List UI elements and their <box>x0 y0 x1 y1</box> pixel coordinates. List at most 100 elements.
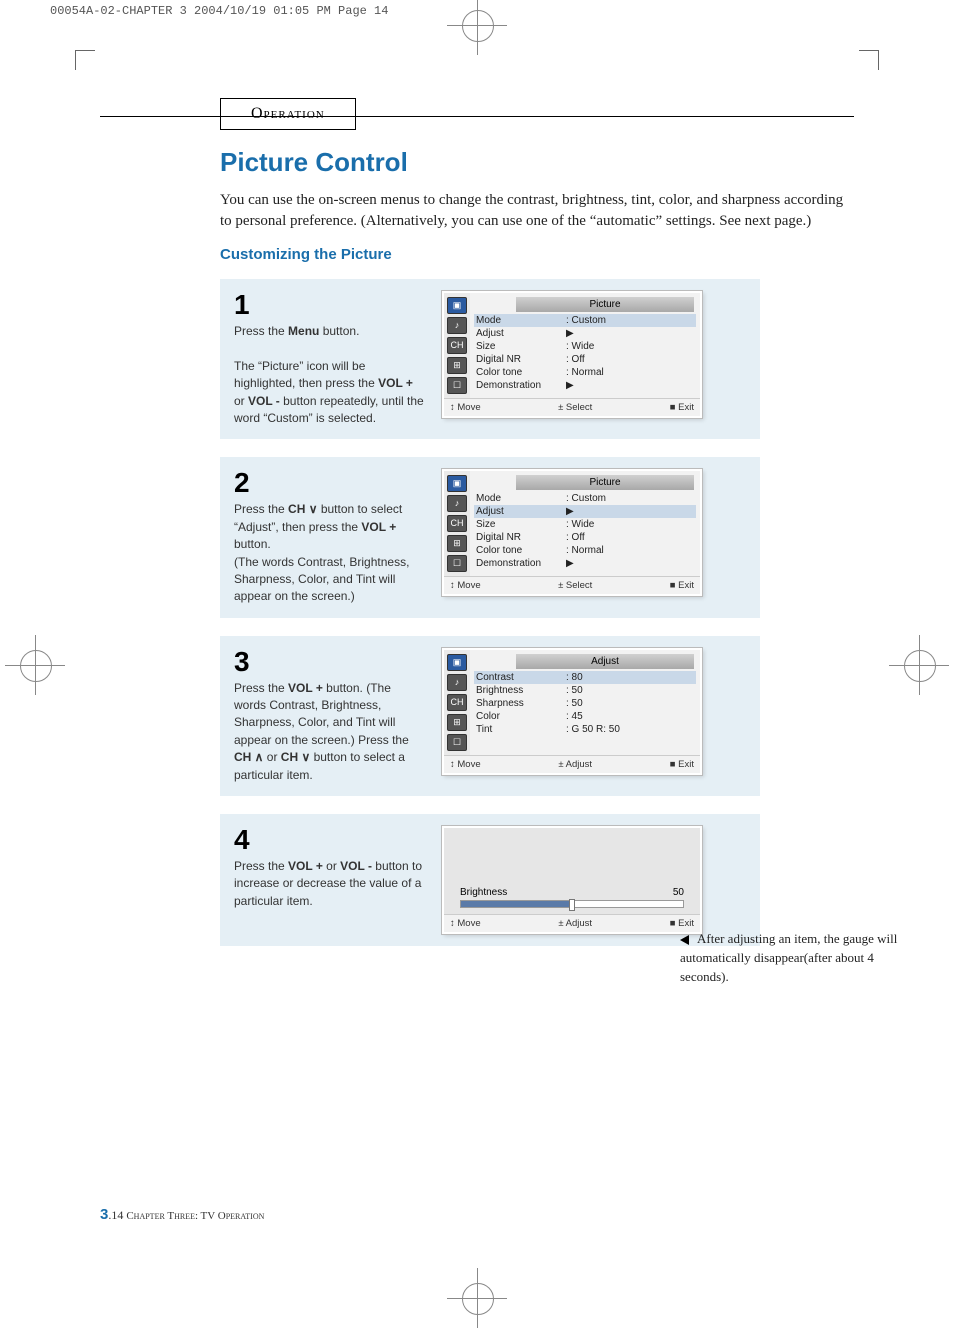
osd-row: Sharpness : 50 <box>476 697 694 710</box>
section-box: Operation <box>220 98 356 130</box>
osd-hint-exit: ■ Exit <box>670 580 694 591</box>
osd-row: Demonstration ▶ <box>476 379 694 392</box>
osd-value: : G 50 R: 50 <box>566 724 620 735</box>
step-instructions: 1 Press the Menu button. The “Picture” i… <box>234 291 424 427</box>
osd-row: Contrast : 80 <box>474 671 696 684</box>
osd-label: Digital NR <box>476 532 566 543</box>
osd-row: Size : Wide <box>476 340 694 353</box>
osd-tab-icon: ♪ <box>447 317 467 334</box>
osd-row: Adjust ▶ <box>474 505 696 518</box>
osd-label: Demonstration <box>476 380 566 391</box>
step-number: 3 <box>234 648 424 676</box>
osd-tab-icon: ⊞ <box>447 714 467 731</box>
osd-row: Color tone : Normal <box>476 366 694 379</box>
osd-tab-icon: ▣ <box>447 297 467 314</box>
step-number: 2 <box>234 469 424 497</box>
osd-label: Sharpness <box>476 698 566 709</box>
osd-label: Adjust <box>476 328 566 339</box>
osd-label: Color tone <box>476 367 566 378</box>
content: Operation Picture Control You can use th… <box>0 18 954 946</box>
osd-tab-strip: ▣♪CH⊞☐ <box>444 650 470 755</box>
step-block: 4 Press the VOL + or VOL - button to inc… <box>220 814 760 946</box>
osd-value: : Off <box>566 532 585 543</box>
step-text: Press the CH ∨ button to select “Adjust”… <box>234 501 424 605</box>
osd-hint-move: ↕ Move <box>450 402 481 413</box>
osd-value: ▶ <box>566 328 574 339</box>
step-number: 4 <box>234 826 424 854</box>
osd-row: Digital NR : Off <box>476 531 694 544</box>
left-arrow-icon <box>680 935 689 945</box>
step-text: Press the Menu button. <box>234 323 424 340</box>
osd-panel: ▣♪CH⊞☐ Picture Mode : Custom Adjust ▶ Si… <box>442 291 702 418</box>
osd-value: : 50 <box>566 685 583 696</box>
osd-label: Color tone <box>476 545 566 556</box>
step-block: 3 Press the VOL + button. (The words Con… <box>220 636 760 796</box>
osd-hint-select: ± Adjust <box>558 759 592 770</box>
osd-label: Brightness <box>476 685 566 696</box>
osd-hint-exit: ■ Exit <box>670 759 694 770</box>
osd-hint-move: ↕ Move <box>450 580 481 591</box>
osd-footer: ↕ Move ± Adjust ■ Exit <box>444 755 700 773</box>
osd-value: ▶ <box>566 558 574 569</box>
gauge-value: 50 <box>673 887 684 898</box>
osd-value: : Wide <box>566 519 594 530</box>
page-title: Picture Control <box>220 147 854 178</box>
osd-value: : 50 <box>566 698 583 709</box>
osd-tab-icon: CH <box>447 694 467 711</box>
gauge-label: Brightness <box>460 887 507 898</box>
osd-value: ▶ <box>566 380 574 391</box>
osd-row: Adjust ▶ <box>476 327 694 340</box>
osd-label: Mode <box>476 315 566 326</box>
osd-hint-adjust: ± Adjust <box>558 918 592 929</box>
osd-row: Digital NR : Off <box>476 353 694 366</box>
osd-value: : 80 <box>566 672 583 683</box>
osd-hint-exit: ■ Exit <box>670 402 694 413</box>
crop-mark-right <box>904 650 934 680</box>
crop-mark-top <box>462 10 492 40</box>
sub-heading: Customizing the Picture <box>220 246 854 263</box>
osd-tab-icon: ⊞ <box>447 535 467 552</box>
osd-hint-move: ↕ Move <box>450 759 481 770</box>
osd-row: Color : 45 <box>476 710 694 723</box>
gauge-fill <box>461 901 572 907</box>
osd-row: Color tone : Normal <box>476 544 694 557</box>
osd-label: Tint <box>476 724 566 735</box>
osd-label: Demonstration <box>476 558 566 569</box>
osd-tab-icon: ▣ <box>447 475 467 492</box>
osd-title: Picture <box>516 475 694 490</box>
osd-footer: ↕ Move ± Select ■ Exit <box>444 398 700 416</box>
osd-tab-icon: CH <box>447 337 467 354</box>
step-illustration: ▣♪CH⊞☐ Picture Mode : Custom Adjust ▶ Si… <box>442 291 746 427</box>
osd-label: Digital NR <box>476 354 566 365</box>
osd-label: Contrast <box>476 672 566 683</box>
crop-mark-bottom <box>462 1283 492 1313</box>
divider <box>100 116 854 117</box>
step-number: 1 <box>234 291 424 319</box>
osd-tab-strip: ▣♪CH⊞☐ <box>444 471 470 576</box>
osd-footer: ↕ Move ± Select ■ Exit <box>444 576 700 594</box>
osd-value: : Off <box>566 354 585 365</box>
osd-label: Mode <box>476 493 566 504</box>
osd-footer: ↕ Move ± Adjust ■ Exit <box>444 914 700 932</box>
osd-panel: ▣♪CH⊞☐ Picture Mode : Custom Adjust ▶ Si… <box>442 469 702 596</box>
osd-value: : Normal <box>566 367 604 378</box>
crop-corner <box>859 50 879 70</box>
osd-row: Tint : G 50 R: 50 <box>476 723 694 736</box>
step-instructions: 2 Press the CH ∨ button to select “Adjus… <box>234 469 424 605</box>
osd-tab-icon: CH <box>447 515 467 532</box>
crop-corner <box>75 50 95 70</box>
osd-hint-exit: ■ Exit <box>670 918 694 929</box>
osd-hint-select: ± Select <box>558 402 592 413</box>
chapter-title: Chapter Three: TV Operation <box>126 1210 264 1222</box>
osd-value: : Custom <box>566 493 606 504</box>
step-text: Press the VOL + or VOL - button to incre… <box>234 858 424 910</box>
step-illustration: ▣♪CH⊞☐ Picture Mode : Custom Adjust ▶ Si… <box>442 469 746 605</box>
osd-value: ▶ <box>566 506 574 517</box>
side-note: After adjusting an item, the gauge will … <box>680 930 900 987</box>
step-block: 1 Press the Menu button. The “Picture” i… <box>220 279 760 439</box>
osd-panel: ▣♪CH⊞☐ Adjust Contrast : 80 Brightness :… <box>442 648 702 775</box>
osd-row: Demonstration ▶ <box>476 557 694 570</box>
osd-value: : Wide <box>566 341 594 352</box>
osd-value: : Custom <box>566 315 606 326</box>
osd-row: Brightness : 50 <box>476 684 694 697</box>
